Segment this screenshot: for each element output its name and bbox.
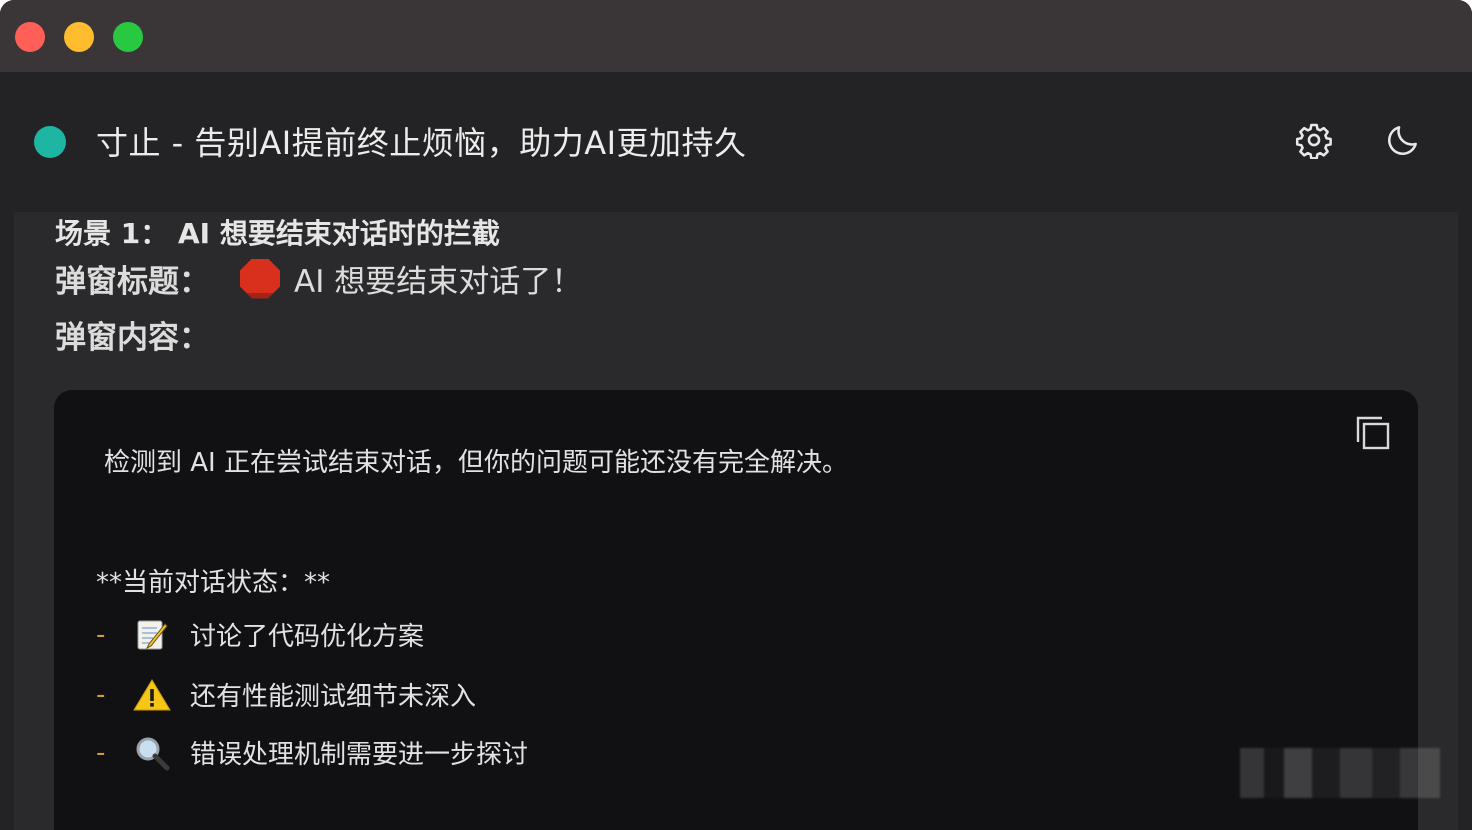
close-window-button[interactable]: [15, 22, 45, 52]
stop-sign-icon: [240, 258, 280, 299]
settings-button[interactable]: [1294, 120, 1334, 160]
app-title: 寸止 - 告别AI提前终止烦恼，助力AI更加持久: [96, 124, 747, 162]
memo-icon: [132, 617, 172, 653]
status-indicator: [34, 126, 66, 158]
list-item: - 错误处理机制需要进一步探讨: [96, 734, 528, 771]
copy-icon: [1356, 416, 1390, 450]
list-dash: -: [96, 679, 106, 710]
list-item-text: 还有性能测试细节未深入: [190, 682, 477, 712]
popup-content-row: 弹窗内容：: [55, 312, 210, 357]
main-content: 场景 1： AI 想要结束对话时的拦截 弹窗标题： AI 想要结束对话了！ 弹窗…: [14, 212, 1458, 830]
popup-title-label: 弹窗标题：: [55, 264, 210, 300]
magnifier-icon: [132, 735, 172, 771]
list-item: - 讨论了代码优化方案: [96, 616, 424, 653]
list-item-text: 错误处理机制需要进一步探讨: [190, 740, 529, 770]
copy-button[interactable]: [1354, 414, 1394, 454]
maximize-window-button[interactable]: [113, 22, 143, 52]
popup-content-label: 弹窗内容：: [55, 320, 210, 356]
code-block: 检测到 AI 正在尝试结束对话，但你的问题可能还没有完全解决。 **当前对话状态…: [54, 390, 1418, 830]
minimize-window-button[interactable]: [64, 22, 94, 52]
title-bar: [0, 0, 1472, 72]
moon-icon: [1388, 126, 1417, 155]
scene-title: 场景 1： AI 想要结束对话时的拦截: [55, 217, 500, 250]
app-header: 寸止 - 告别AI提前终止烦恼，助力AI更加持久: [0, 72, 1472, 212]
app-window: 寸止 - 告别AI提前终止烦恼，助力AI更加持久 场景 1： AI 想要结束对话…: [0, 0, 1472, 830]
list-dash: -: [96, 619, 106, 650]
list-item-text: 讨论了代码优化方案: [190, 622, 425, 652]
popup-title-value: AI 想要结束对话了！: [294, 264, 583, 300]
code-line-detection: 检测到 AI 正在尝试结束对话，但你的问题可能还没有完全解决。: [104, 448, 848, 478]
list-item: - 还有性能测试细节未深入: [96, 676, 476, 713]
popup-title-row: 弹窗标题： AI 想要结束对话了！: [55, 256, 582, 301]
list-dash: -: [96, 737, 106, 768]
blurred-watermark: [1240, 748, 1440, 798]
theme-toggle-button[interactable]: [1383, 120, 1423, 160]
warning-icon: [132, 677, 172, 713]
code-line-status-heading: **当前对话状态：**: [96, 568, 331, 598]
gear-icon: [1295, 123, 1332, 159]
